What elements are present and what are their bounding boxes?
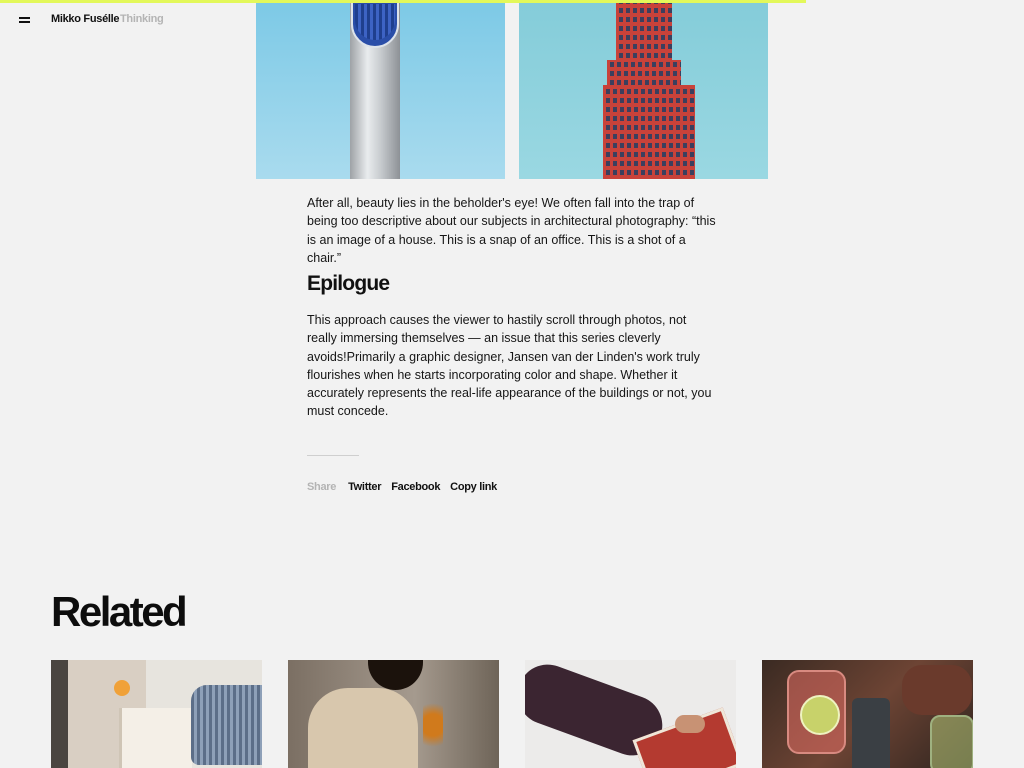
hair-shape: [368, 660, 423, 690]
related-card[interactable]: [51, 660, 262, 768]
top-bar: Mikko Fusélle Thinking: [0, 0, 1024, 40]
share-bar: Share Twitter Facebook Copy link: [307, 481, 507, 493]
reading-progress-bar: [0, 0, 1024, 3]
reading-progress-fill: [0, 0, 806, 3]
share-divider: [307, 455, 359, 456]
hand-shape: [902, 665, 972, 715]
article-paragraph: This approach causes the viewer to hasti…: [307, 313, 712, 419]
related-card[interactable]: [762, 660, 973, 768]
section-heading: Epilogue: [307, 272, 390, 295]
bottle-shape: [852, 698, 890, 768]
related-card[interactable]: [525, 660, 736, 768]
building-lower: [603, 85, 695, 179]
splash-shape: [423, 690, 443, 760]
copy-link-button[interactable]: Copy link: [450, 481, 497, 493]
site-brand[interactable]: Mikko Fusélle: [51, 13, 120, 25]
related-heading: Related: [51, 588, 188, 635]
arm-shape: [191, 685, 262, 765]
share-twitter-link[interactable]: Twitter: [348, 481, 381, 493]
section-label[interactable]: Thinking: [120, 13, 164, 25]
hand-shape: [675, 715, 705, 733]
glass-shape: [930, 715, 973, 768]
hamburger-menu-icon[interactable]: [17, 13, 33, 27]
ball-shape: [114, 680, 130, 696]
book-shape: [119, 708, 192, 768]
share-label: Share: [307, 481, 337, 493]
article-paragraph: After all, beauty lies in the beholder's…: [307, 196, 716, 265]
related-card[interactable]: [288, 660, 499, 768]
share-facebook-link[interactable]: Facebook: [391, 481, 440, 493]
apron-shape: [308, 688, 418, 768]
lime-shape: [800, 695, 840, 735]
